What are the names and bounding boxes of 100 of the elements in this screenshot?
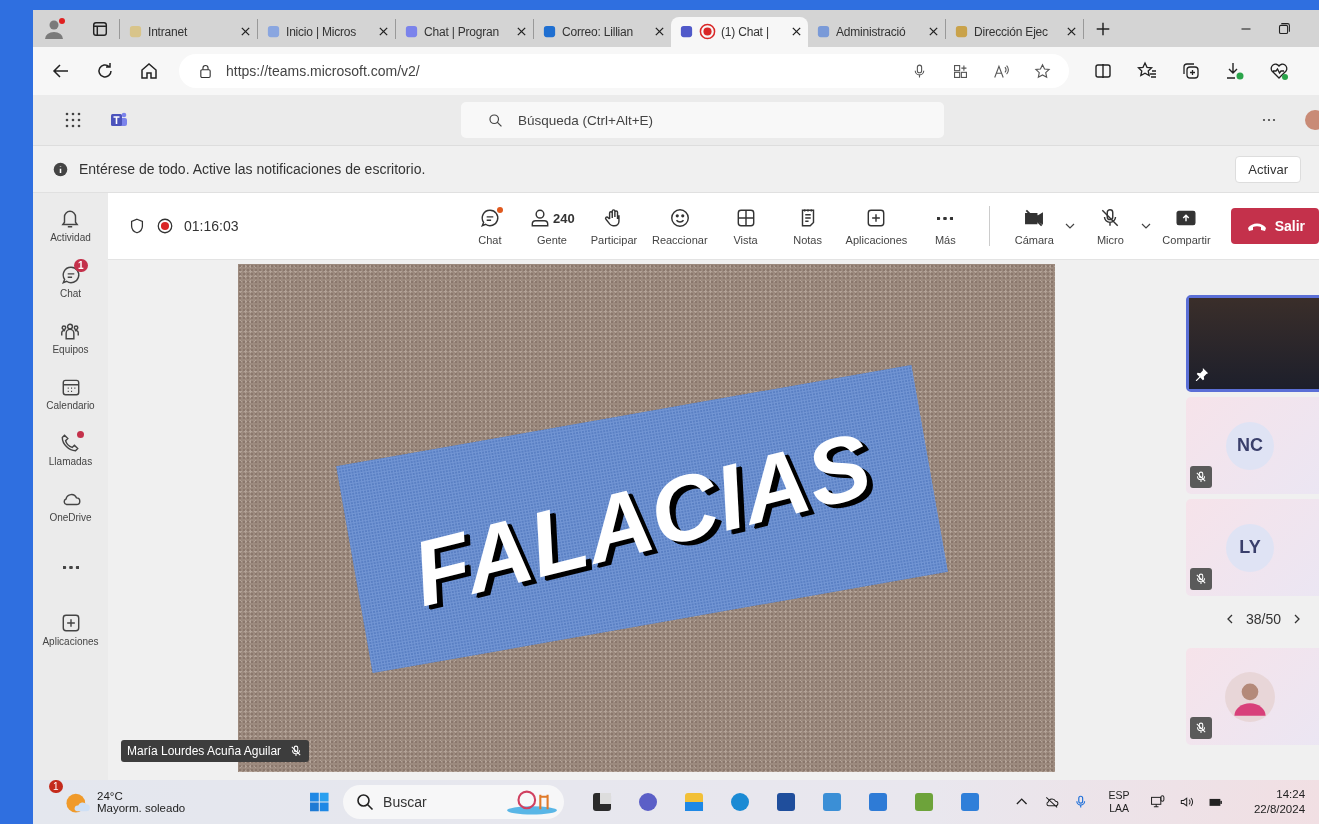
rail-label: OneDrive — [49, 511, 92, 523]
toolbar-button[interactable]: Cámara — [1008, 206, 1061, 246]
download-icon[interactable] — [1225, 61, 1245, 81]
meeting-timer: 01:16:03 — [184, 218, 239, 234]
close-icon[interactable] — [928, 26, 939, 37]
close-icon[interactable] — [240, 26, 251, 37]
toolbar-button[interactable]: Más — [919, 206, 972, 246]
tab-favicon-icon — [266, 24, 281, 39]
search-field[interactable]: Búsqueda (Ctrl+Alt+E) — [461, 102, 944, 138]
browser-tab[interactable]: Correo: Lillian — [534, 16, 671, 47]
rail-item[interactable]: OneDrive — [41, 481, 100, 523]
split-screen-icon[interactable] — [1093, 61, 1113, 81]
toolbar-button[interactable]: 240 Gente — [525, 206, 578, 246]
app-launcher-icon[interactable] — [63, 110, 83, 130]
phone-icon — [59, 431, 82, 454]
shield-icon — [128, 217, 146, 235]
tab-actions-icon[interactable] — [91, 19, 109, 38]
search-icon — [355, 792, 376, 812]
presenter-name: María Lourdes Acuña Aguilar — [127, 744, 282, 758]
search-icon — [487, 112, 504, 129]
close-icon[interactable] — [1066, 26, 1077, 37]
clock[interactable]: 14:24 22/8/2024 — [1253, 787, 1306, 817]
leave-button[interactable]: Salir — [1230, 208, 1319, 244]
notification-badge: 1 — [73, 258, 88, 272]
participant-initials: LY — [1226, 523, 1274, 572]
ferris-wheel-drawing — [506, 788, 559, 816]
browser-tab[interactable]: Intranet — [120, 16, 257, 47]
start-icon[interactable] — [308, 790, 330, 814]
browser-tab[interactable]: Administració — [808, 16, 945, 47]
tab-favicon-icon — [816, 24, 831, 39]
favorites-icon[interactable] — [1137, 61, 1157, 81]
close-icon[interactable] — [791, 26, 802, 37]
lock-icon — [197, 62, 214, 80]
muted-microphone-icon — [1194, 572, 1208, 586]
home-icon[interactable] — [139, 61, 159, 81]
url-text: https://teams.microsoft.com/v2/ — [226, 63, 420, 79]
toolbar-button[interactable]: Chat — [463, 206, 516, 246]
browser-tab[interactable]: Chat | Progran — [396, 16, 533, 47]
toolbar-button[interactable]: Micro — [1084, 206, 1137, 246]
notification-message: Entérese de todo. Active las notificaciones de escritorio. — [79, 161, 426, 177]
close-icon[interactable] — [516, 26, 527, 37]
smile-icon — [668, 207, 691, 229]
rail-item[interactable]: 1 Chat — [51, 257, 90, 299]
tab-favicon-icon — [404, 24, 419, 39]
close-icon[interactable] — [654, 26, 665, 37]
tab-favicon-icon — [542, 24, 557, 39]
muted-microphone-icon — [1194, 721, 1208, 735]
browser-tab[interactable]: Dirección Ejec — [946, 16, 1083, 47]
address-bar[interactable]: https://teams.microsoft.com/v2/ — [179, 54, 1069, 88]
toolbar-button[interactable]: Vista — [719, 206, 772, 246]
info-icon — [52, 160, 69, 178]
rail-item[interactable]: Calendario — [38, 369, 103, 411]
browser-tab[interactable]: (1) Chat | — [671, 16, 808, 47]
tab-favicon-icon — [679, 24, 694, 39]
muted-microphone-icon — [1194, 470, 1208, 484]
chat-icon — [478, 207, 501, 229]
toolbar-button[interactable]: Notas — [781, 206, 834, 246]
rail-label: Chat — [59, 287, 82, 299]
avatar-silhouette — [1225, 671, 1275, 722]
reload-icon[interactable] — [95, 61, 115, 81]
favorite-star-icon[interactable] — [1034, 62, 1051, 80]
rail-label: Aplicaciones — [42, 635, 99, 647]
rail-item[interactable]: Actividad — [42, 201, 99, 243]
rail-label: Llamadas — [48, 455, 93, 467]
rail-item[interactable]: Llamadas — [40, 425, 101, 467]
browser-tab[interactable]: Inicio | Micros — [258, 16, 395, 47]
toolbar-button[interactable]: Compartir — [1160, 206, 1213, 246]
participant-tile[interactable]: NC — [1186, 397, 1319, 494]
tab-title: Administració — [836, 24, 907, 39]
tab-title: Dirección Ejec — [974, 24, 1049, 39]
tab-favicon-icon — [128, 24, 143, 39]
notification-badge: 1 — [49, 780, 63, 793]
participant-initials: NC — [1226, 421, 1274, 470]
close-icon[interactable] — [378, 26, 389, 37]
language-indicator[interactable]: ESP LAA — [1108, 789, 1130, 815]
collections-icon[interactable] — [1181, 61, 1201, 81]
tab-favicon-icon — [954, 24, 969, 39]
temperature: 24°C — [97, 790, 124, 802]
profile-avatar-icon[interactable] — [43, 16, 67, 41]
rail-label: Actividad — [50, 231, 91, 243]
rail-item[interactable]: Equipos — [44, 313, 97, 355]
weather-condition: Mayorm. soleado — [97, 802, 186, 814]
participant-tile[interactable] — [1186, 648, 1319, 745]
rail-label: Equipos — [52, 343, 89, 355]
rail-item[interactable]: Aplicaciones — [34, 605, 107, 647]
more-apps-icon — [62, 565, 79, 569]
tab-title: Intranet — [148, 24, 189, 39]
apps-grid-icon[interactable] — [952, 62, 969, 80]
activate-button[interactable]: Activar — [1235, 155, 1301, 183]
participant-tile[interactable]: LY — [1186, 499, 1319, 596]
toolbar-button[interactable]: Reaccionar — [649, 206, 710, 246]
heart-monitor-icon[interactable] — [1269, 61, 1289, 81]
taskbar-search-field[interactable]: Buscar — [343, 785, 565, 819]
rail-label: Calendario — [46, 399, 95, 411]
toolbar-button[interactable]: Aplicaciones — [843, 206, 910, 246]
page-indicator: 38/50 — [1246, 611, 1282, 627]
tab-title: Chat | Progran — [424, 24, 501, 39]
toolbar-button[interactable]: Participar — [587, 206, 640, 246]
camera-icon — [1023, 207, 1046, 229]
tab-title: Inicio | Micros — [286, 24, 358, 39]
